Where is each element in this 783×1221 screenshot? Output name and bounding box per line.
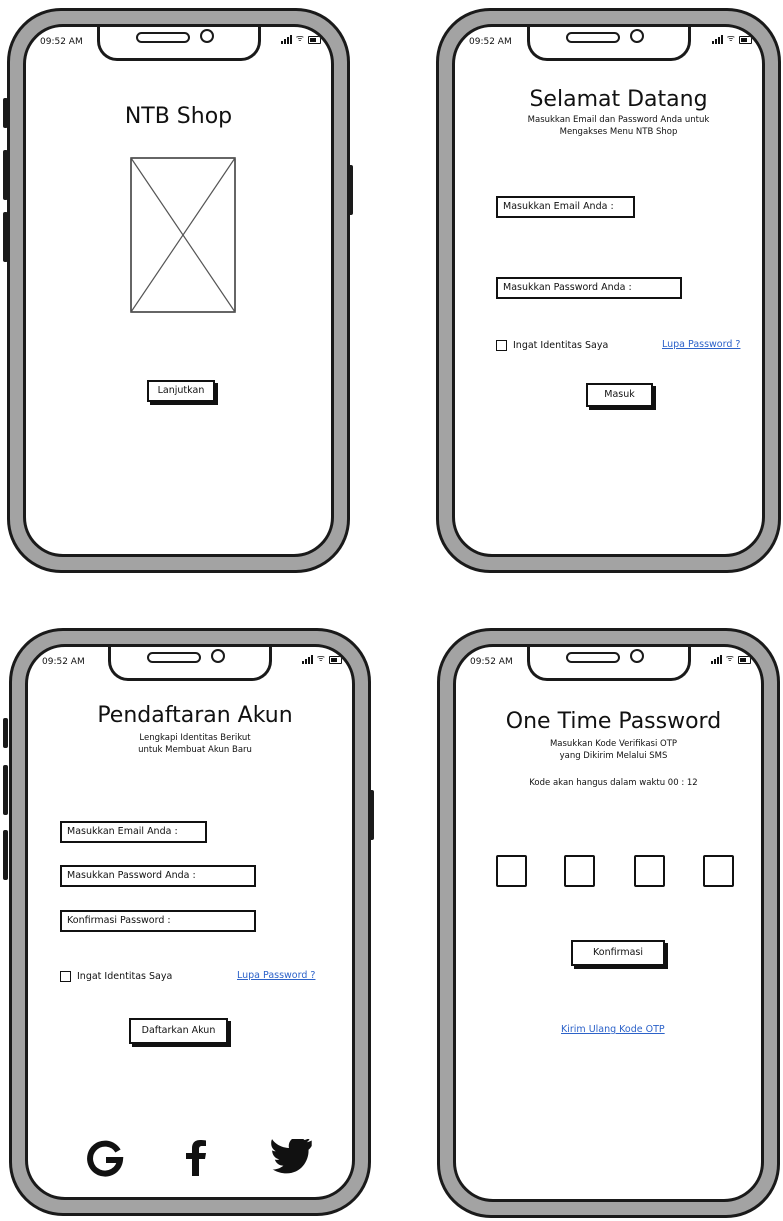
speaker-icon	[565, 32, 620, 43]
otp-digit-input-1[interactable]	[496, 855, 527, 887]
wifi-icon: ᯤ	[316, 654, 325, 664]
register-button[interactable]: Daftarkan Akun	[129, 1018, 228, 1044]
page-subtitle: Lengkapi Identitas Berikut untuk Membuat…	[38, 732, 352, 756]
password-field[interactable]: Masukkan Password Anda :	[60, 865, 256, 887]
google-icon[interactable]	[86, 1139, 124, 1177]
battery-icon	[738, 656, 751, 664]
status-time: 09:52 AM	[40, 37, 83, 47]
forgot-password-link[interactable]: Lupa Password ?	[237, 970, 315, 981]
volume-button	[3, 765, 8, 815]
page-subtitle: Masukkan Email dan Password Anda untuk M…	[475, 114, 762, 138]
camera-icon	[629, 29, 644, 43]
battery-icon	[329, 656, 342, 664]
page-subtitle: Masukkan Kode Verifikasi OTP yang Dikiri…	[466, 738, 761, 762]
status-time: 09:52 AM	[469, 37, 512, 47]
twitter-icon[interactable]	[270, 1139, 314, 1177]
otp-screen: 09:52 AM ᯤ One Time Password Masukkan Ko…	[453, 644, 764, 1202]
phone-notch	[526, 647, 691, 681]
phone-notch	[108, 647, 272, 681]
checkbox-box[interactable]	[60, 971, 71, 982]
wifi-icon: ᯤ	[295, 34, 304, 44]
subtitle-line: Masukkan Email dan Password Anda untuk	[527, 115, 710, 125]
phone-notch	[96, 27, 261, 61]
phone-frame-otp: 09:52 AM ᯤ One Time Password Masukkan Ko…	[437, 628, 780, 1218]
volume-button	[3, 718, 8, 748]
continue-button[interactable]: Lanjutkan	[147, 380, 215, 402]
login-button[interactable]: Masuk	[586, 383, 653, 407]
subtitle-line: Mengakses Menu NTB Shop	[559, 127, 678, 137]
status-time: 09:52 AM	[42, 657, 85, 667]
otp-digit-input-3[interactable]	[634, 855, 665, 887]
camera-icon	[211, 649, 225, 663]
status-time: 09:52 AM	[470, 657, 513, 667]
image-placeholder	[130, 157, 236, 313]
resend-otp-link[interactable]: Kirim Ulang Kode OTP	[561, 1024, 665, 1035]
signal-icon	[710, 655, 722, 664]
battery-icon	[739, 36, 752, 44]
otp-timer-text: Kode akan hangus dalam waktu 00 : 12	[529, 778, 698, 788]
login-screen: 09:52 AM ᯤ Selamat Datang Masukkan Email…	[452, 24, 765, 557]
speaker-icon	[135, 32, 190, 43]
wifi-icon: ᯤ	[726, 34, 735, 44]
otp-digit-input-4[interactable]	[703, 855, 734, 887]
phone-frame-login: 09:52 AM ᯤ Selamat Datang Masukkan Email…	[436, 8, 781, 573]
page-title: One Time Password	[505, 709, 722, 734]
status-icons: ᯤ	[301, 654, 342, 664]
remember-me-checkbox[interactable]: Ingat Identitas Saya	[496, 340, 608, 351]
subtitle-line: untuk Membuat Akun Baru	[138, 745, 252, 755]
phone-notch	[526, 27, 691, 61]
speaker-icon	[147, 652, 201, 663]
subtitle-line: Lengkapi Identitas Berikut	[139, 733, 251, 743]
camera-icon	[629, 649, 644, 663]
camera-icon	[199, 29, 214, 43]
email-field[interactable]: Masukkan Email Anda :	[60, 821, 207, 843]
facebook-icon[interactable]	[180, 1139, 210, 1177]
signal-icon	[280, 35, 292, 44]
subtitle-line: Masukkan Kode Verifikasi OTP	[549, 739, 678, 749]
speaker-icon	[565, 652, 620, 663]
register-screen: 09:52 AM ᯤ Pendaftaran Akun Lengkapi Ide…	[25, 644, 355, 1200]
checkbox-box[interactable]	[496, 340, 507, 351]
email-field[interactable]: Masukkan Email Anda :	[496, 196, 635, 218]
remember-me-label: Ingat Identitas Saya	[77, 971, 173, 982]
splash-screen: 09:52 AM ᯤ NTB Shop Lanjutkan	[23, 24, 334, 557]
wifi-icon: ᯤ	[725, 654, 734, 664]
confirm-button[interactable]: Konfirmasi	[571, 940, 665, 966]
battery-icon	[308, 36, 321, 44]
phone-frame-register: 09:52 AM ᯤ Pendaftaran Akun Lengkapi Ide…	[9, 628, 371, 1216]
forgot-password-link[interactable]: Lupa Password ?	[662, 339, 740, 350]
password-field[interactable]: Masukkan Password Anda :	[496, 277, 682, 299]
volume-button	[3, 830, 8, 880]
confirm-password-field[interactable]: Konfirmasi Password :	[60, 910, 256, 932]
signal-icon	[711, 35, 723, 44]
otp-digit-input-2[interactable]	[564, 855, 595, 887]
status-icons: ᯤ	[710, 654, 751, 664]
phone-frame-splash: 09:52 AM ᯤ NTB Shop Lanjutkan	[7, 8, 350, 573]
remember-me-checkbox[interactable]: Ingat Identitas Saya	[60, 971, 172, 982]
app-title: NTB Shop	[124, 104, 233, 129]
page-title: Pendaftaran Akun	[97, 703, 293, 728]
subtitle-line: yang Dikirim Melalui SMS	[559, 751, 668, 761]
page-title: Selamat Datang	[529, 87, 708, 112]
status-icons: ᯤ	[280, 34, 321, 44]
remember-me-label: Ingat Identitas Saya	[513, 340, 609, 351]
status-icons: ᯤ	[711, 34, 752, 44]
signal-icon	[301, 655, 313, 664]
